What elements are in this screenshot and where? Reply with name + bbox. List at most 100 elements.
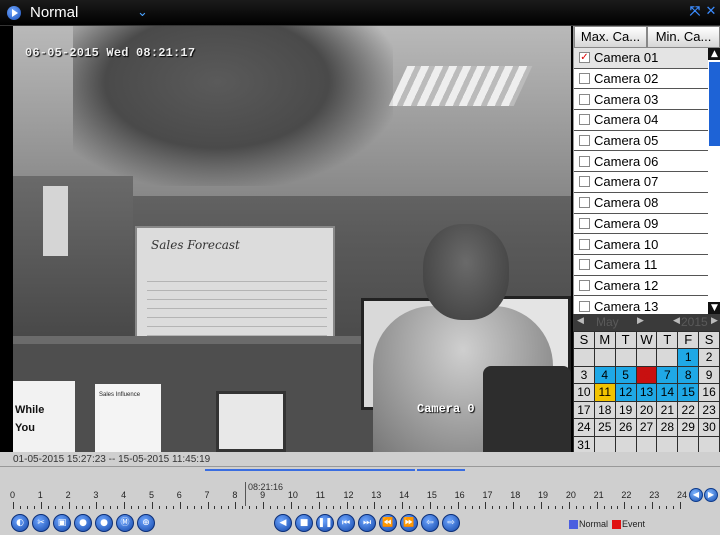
camera-list-item[interactable]: Camera 09 xyxy=(574,213,708,235)
reverse-play-icon[interactable]: ◀ xyxy=(274,514,292,532)
calendar-day[interactable]: 12 xyxy=(615,384,636,401)
close-icon[interactable]: ✕ xyxy=(704,5,718,19)
scroll-down-icon[interactable]: ▼ xyxy=(708,302,720,314)
scroll-up-icon[interactable]: ▲ xyxy=(708,48,720,60)
calendar-day[interactable]: 26 xyxy=(615,419,636,436)
camera-list-item[interactable]: Camera 13 xyxy=(574,296,708,314)
custom-tag-icon[interactable]: ● xyxy=(95,514,113,532)
calendar-day[interactable]: 17 xyxy=(574,401,594,418)
fullscreen-icon[interactable]: ⤧ xyxy=(688,5,702,19)
tab-max-camera[interactable]: Max. Ca... xyxy=(574,26,647,48)
calendar-day[interactable]: 27 xyxy=(636,419,657,436)
camera-list-item[interactable]: Camera 07 xyxy=(574,172,708,193)
video-view[interactable]: Sales Forecast While You Sales Influence… xyxy=(13,26,571,452)
calendar-day[interactable]: 9 xyxy=(699,366,719,383)
timeline[interactable]: 01-05-2015 15:27:23 -- 15-05-2015 11:45:… xyxy=(0,452,720,512)
tag-icon[interactable]: ● xyxy=(74,514,92,532)
next-frame-icon[interactable]: ⏭ xyxy=(358,514,376,532)
playback-mode-label[interactable]: Normal xyxy=(30,4,78,21)
camera-list-item[interactable]: Camera 05 xyxy=(574,130,708,152)
record-track[interactable] xyxy=(0,467,720,481)
calendar-day[interactable]: 20 xyxy=(636,401,657,418)
calendar-day[interactable]: 28 xyxy=(657,419,678,436)
hour-label: 0 xyxy=(10,490,16,500)
calendar-day[interactable]: 30 xyxy=(699,419,719,436)
ruler-tick xyxy=(277,506,279,509)
calendar-blank xyxy=(678,436,699,453)
camera-checkbox[interactable] xyxy=(579,238,590,250)
calendar-day[interactable]: 21 xyxy=(657,401,678,418)
zoom-in-icon[interactable]: ▶ xyxy=(704,488,718,502)
calendar-day[interactable]: 1 xyxy=(678,349,699,366)
chevron-down-icon[interactable]: ⌄ xyxy=(137,5,148,20)
calendar-day[interactable]: 3 xyxy=(574,366,594,383)
calendar-day[interactable]: 18 xyxy=(594,401,615,418)
camera-list-item[interactable]: Camera 08 xyxy=(574,192,708,214)
camera-checkbox[interactable] xyxy=(579,279,590,291)
calendar-day[interactable]: 5 xyxy=(615,366,636,383)
time-ruler[interactable]: 08:21:16 0 1 2 3 4 5 6 7 8 9 10 11 12 13 14 15 16 17 18 19 2… xyxy=(0,481,720,512)
camera-list-item[interactable]: Camera 03 xyxy=(574,89,708,111)
camera-checkbox[interactable] xyxy=(579,155,590,167)
camera-list-item[interactable]: Camera 12 xyxy=(574,275,708,297)
camera-list-item[interactable]: Camera 02 xyxy=(574,68,708,90)
next-year-icon[interactable]: ▶ xyxy=(711,316,718,326)
camera-list-item[interactable]: Camera 06 xyxy=(574,151,708,173)
scroll-thumb[interactable] xyxy=(709,62,720,146)
calendar-day[interactable]: 22 xyxy=(678,401,699,418)
audio-icon[interactable]: ◐ xyxy=(11,514,29,532)
calendar-day[interactable]: 25 xyxy=(594,419,615,436)
calendar-day[interactable]: 2 xyxy=(699,349,719,366)
ruler-tick xyxy=(575,506,577,509)
camera-checkbox[interactable] xyxy=(579,176,590,188)
prev-frame-icon[interactable]: ⏮ xyxy=(337,514,355,532)
calendar-day[interactable]: 19 xyxy=(615,401,636,418)
calendar-day[interactable]: 15 xyxy=(678,384,699,401)
calendar-day[interactable]: 24 xyxy=(574,419,594,436)
prev-day-icon[interactable]: ⇦ xyxy=(421,514,439,532)
camera-checkbox[interactable] xyxy=(579,217,590,229)
calendar-day[interactable]: 13 xyxy=(636,384,657,401)
prev-year-icon[interactable]: ◀ xyxy=(673,316,680,326)
calendar-day[interactable]: 23 xyxy=(699,401,719,418)
camera-list-item[interactable]: Camera 11 xyxy=(574,254,708,276)
calendar-day[interactable]: 16 xyxy=(699,384,719,401)
calendar-day[interactable]: 31 xyxy=(574,436,594,453)
clip-start-icon[interactable]: ✂ xyxy=(32,514,50,532)
zoom-out-icon[interactable]: ◀ xyxy=(689,488,703,502)
slow-forward-icon[interactable]: ⏪ xyxy=(379,514,397,532)
camera-checkbox[interactable]: ✓ xyxy=(579,52,590,64)
stop-icon[interactable]: ■ xyxy=(295,514,313,532)
calendar-day[interactable]: 14 xyxy=(657,384,678,401)
camera-checkbox[interactable] xyxy=(579,93,590,105)
camera-checkbox[interactable] xyxy=(579,197,590,209)
calendar-day[interactable]: 4 xyxy=(594,366,615,383)
calendar-day[interactable]: 6 xyxy=(636,366,657,383)
pause-icon[interactable]: ❚❚ xyxy=(316,514,334,532)
camera-checkbox[interactable] xyxy=(579,73,590,85)
clip-end-icon[interactable]: ▣ xyxy=(53,514,71,532)
camera-checkbox[interactable] xyxy=(579,259,590,271)
next-month-icon[interactable]: ▶ xyxy=(637,316,644,326)
fast-forward-icon[interactable]: ⏩ xyxy=(400,514,418,532)
calendar-day[interactable]: 10 xyxy=(574,384,594,401)
next-day-icon[interactable]: ⇨ xyxy=(442,514,460,532)
camera-checkbox[interactable] xyxy=(579,114,590,126)
camera-list-scrollbar[interactable]: ▲ ▼ xyxy=(708,48,720,314)
prev-month-icon[interactable]: ◀ xyxy=(577,316,584,326)
camera-checkbox[interactable] xyxy=(579,135,590,147)
tag-manage-icon[interactable]: Ⓜ xyxy=(116,514,134,532)
calendar-day[interactable]: 11 xyxy=(594,384,615,401)
calendar-day[interactable]: 29 xyxy=(678,419,699,436)
ruler-tick xyxy=(325,506,327,509)
camera-name: Camera 06 xyxy=(594,153,659,169)
camera-checkbox[interactable] xyxy=(579,300,590,312)
playback-cursor[interactable] xyxy=(245,482,246,506)
digital-zoom-icon[interactable]: ⊕ xyxy=(137,514,155,532)
calendar-day[interactable]: 8 xyxy=(678,366,699,383)
camera-list-item[interactable]: ✓ Camera 01 xyxy=(574,48,708,69)
calendar-day[interactable]: 7 xyxy=(657,366,678,383)
camera-list-item[interactable]: Camera 04 xyxy=(574,110,708,131)
camera-list-item[interactable]: Camera 10 xyxy=(574,234,708,255)
tab-min-camera[interactable]: Min. Ca... xyxy=(647,26,720,48)
